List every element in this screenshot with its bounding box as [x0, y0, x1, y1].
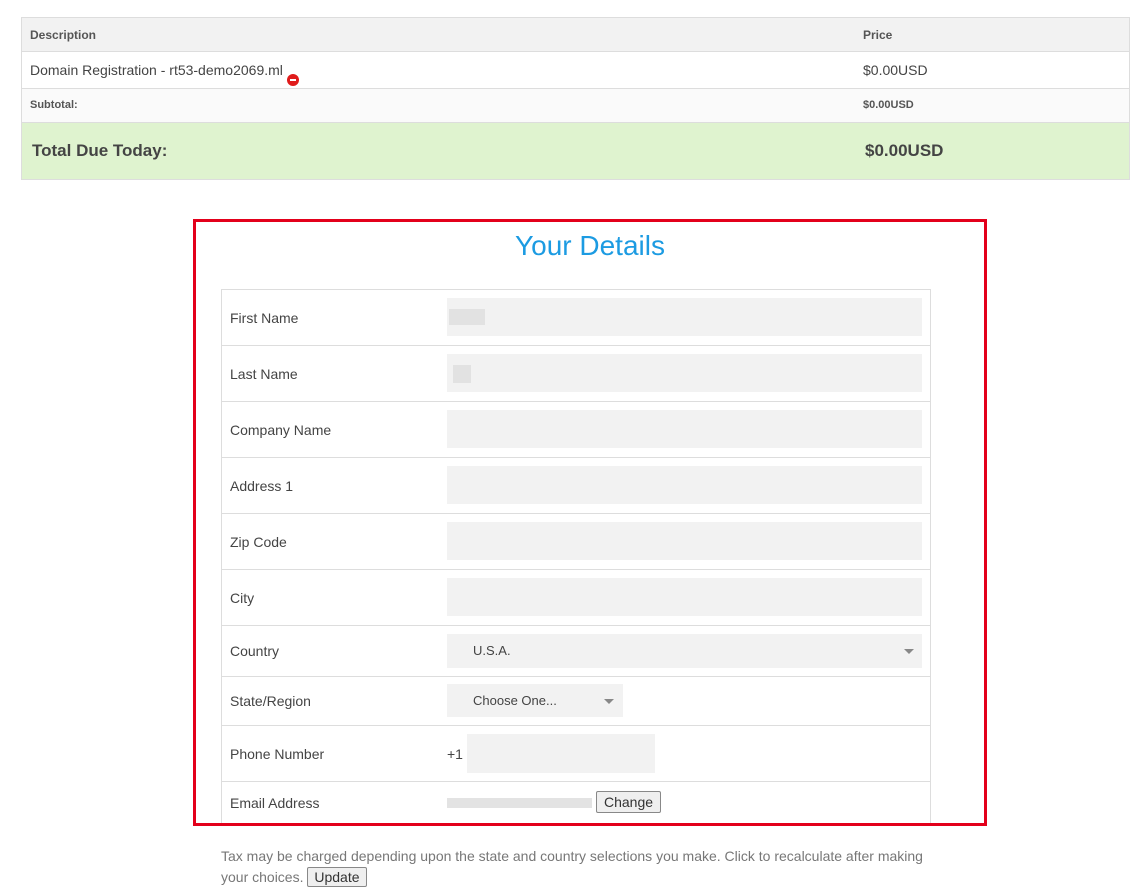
phone-number-field[interactable] [467, 734, 655, 773]
table-row: Domain Registration - rt53-demo2069.ml $… [22, 52, 1129, 89]
first-name-field[interactable] [447, 298, 922, 336]
address1-field[interactable] [447, 466, 922, 504]
item-price: $0.00USD [863, 62, 928, 78]
state-label: State/Region [230, 693, 311, 709]
city-label: City [230, 590, 255, 606]
state-row: State/Region Choose One... [222, 677, 930, 726]
details-form: First Name Last Name Company Name Addres… [221, 289, 931, 823]
zip-code-label: Zip Code [230, 534, 287, 550]
tax-note: Tax may be charged depending upon the st… [221, 846, 941, 888]
chevron-down-icon [604, 699, 614, 704]
zip-code-field[interactable] [447, 522, 922, 560]
your-details-panel: Your Details First Name Last Name Compan… [193, 219, 987, 826]
country-value: U.S.A. [473, 643, 511, 658]
table-header-row: Description Price [22, 18, 1129, 52]
subtotal-row: Subtotal: $0.00USD [22, 89, 1129, 123]
header-price: Price [863, 28, 893, 42]
country-select[interactable]: U.S.A. [447, 634, 922, 668]
email-row: Email Address Change [222, 782, 930, 823]
minus-circle-icon[interactable] [286, 74, 299, 86]
country-row: Country U.S.A. [222, 626, 930, 677]
item-description: Domain Registration - rt53-demo2069.ml [30, 62, 299, 86]
state-select[interactable]: Choose One... [447, 684, 623, 717]
chevron-down-icon [904, 649, 914, 654]
first-name-row: First Name [222, 290, 930, 346]
subtotal-label: Subtotal: [30, 99, 78, 111]
zip-code-row: Zip Code [222, 514, 930, 570]
first-name-label: First Name [230, 310, 299, 326]
phone-label: Phone Number [230, 746, 325, 762]
last-name-label: Last Name [230, 366, 298, 382]
order-summary-table: Description Price Domain Registration - … [21, 17, 1130, 180]
change-email-button[interactable]: Change [596, 791, 662, 813]
city-field[interactable] [447, 578, 922, 616]
address1-label: Address 1 [230, 478, 294, 494]
header-description: Description [30, 28, 97, 42]
total-price: $0.00USD [865, 141, 944, 160]
subtotal-price: $0.00USD [863, 99, 914, 111]
total-row: Total Due Today: $0.00USD [22, 123, 1129, 179]
total-label: Total Due Today: [32, 141, 168, 160]
last-name-field[interactable] [447, 354, 922, 392]
redacted-value [449, 309, 485, 325]
redacted-value [453, 365, 471, 383]
email-label: Email Address [230, 795, 320, 811]
redacted-email [447, 798, 592, 808]
phone-country-code: +1 [447, 746, 463, 762]
address1-row: Address 1 [222, 458, 930, 514]
update-button[interactable]: Update [307, 867, 367, 887]
company-name-field[interactable] [447, 410, 922, 448]
item-description-text: Domain Registration - rt53-demo2069.ml [30, 62, 283, 78]
phone-row: Phone Number +1 [222, 726, 930, 782]
last-name-row: Last Name [222, 346, 930, 402]
country-label: Country [230, 643, 280, 659]
company-name-row: Company Name [222, 402, 930, 458]
state-value: Choose One... [473, 693, 557, 708]
city-row: City [222, 570, 930, 626]
company-name-label: Company Name [230, 422, 332, 438]
page-title: Your Details [515, 230, 665, 261]
